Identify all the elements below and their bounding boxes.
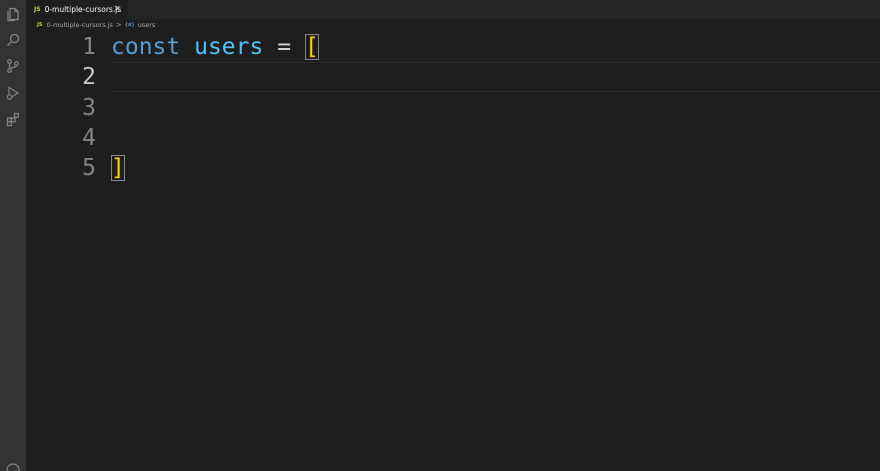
code-line[interactable]: 3 bbox=[26, 93, 880, 123]
files-icon[interactable] bbox=[5, 6, 21, 22]
code-text[interactable]: const users = [ bbox=[111, 32, 319, 62]
line-number: 1 bbox=[82, 34, 96, 60]
close-bracket-token: ] bbox=[111, 155, 125, 181]
code-line[interactable]: 5 ] bbox=[26, 153, 880, 183]
javascript-file-icon: JS bbox=[37, 22, 43, 28]
accounts-icon[interactable] bbox=[5, 462, 21, 471]
breadcrumb-file[interactable]: 0-multiple-cursors.js bbox=[46, 21, 112, 29]
code-line[interactable]: 1 const users = [ bbox=[26, 32, 880, 62]
variable-symbol-icon: {ø} bbox=[124, 22, 135, 28]
line-number: 2 bbox=[82, 64, 96, 90]
code-line[interactable]: 4 bbox=[26, 123, 880, 153]
close-icon[interactable]: × bbox=[112, 3, 122, 15]
run-debug-icon[interactable] bbox=[5, 85, 21, 101]
tab-label: 0-multiple-cursors.js bbox=[44, 5, 122, 14]
keyword-token: const bbox=[111, 34, 181, 60]
line-number: 3 bbox=[82, 95, 96, 121]
breadcrumb: JS 0-multiple-cursors.js > {ø} users bbox=[26, 19, 880, 31]
code-text[interactable]: ] bbox=[111, 153, 125, 183]
source-control-icon[interactable] bbox=[5, 58, 21, 74]
breadcrumb-symbol[interactable]: users bbox=[138, 21, 156, 29]
extensions-icon[interactable] bbox=[5, 111, 21, 127]
activity-bar bbox=[0, 0, 26, 471]
tab-0-multiple-cursors[interactable]: JS 0-multiple-cursors.js × bbox=[26, 0, 128, 19]
line-number: 4 bbox=[82, 125, 96, 151]
open-bracket-token: [ bbox=[304, 34, 319, 60]
editor-window: JS 0-multiple-cursors.js × JS 0-multiple… bbox=[0, 0, 880, 471]
javascript-file-icon: JS bbox=[34, 6, 41, 13]
tab-bar: JS 0-multiple-cursors.js × bbox=[26, 0, 880, 19]
search-icon[interactable] bbox=[5, 32, 21, 48]
variable-token: users bbox=[194, 34, 264, 60]
line-number: 5 bbox=[82, 155, 96, 181]
code-line[interactable]: 2 bbox=[26, 62, 880, 92]
chevron-right-icon: > bbox=[115, 21, 122, 29]
code-editor[interactable]: 1 const users = [ 2 3 4 5 ] bbox=[26, 31, 880, 471]
operator-token: = bbox=[277, 34, 292, 60]
